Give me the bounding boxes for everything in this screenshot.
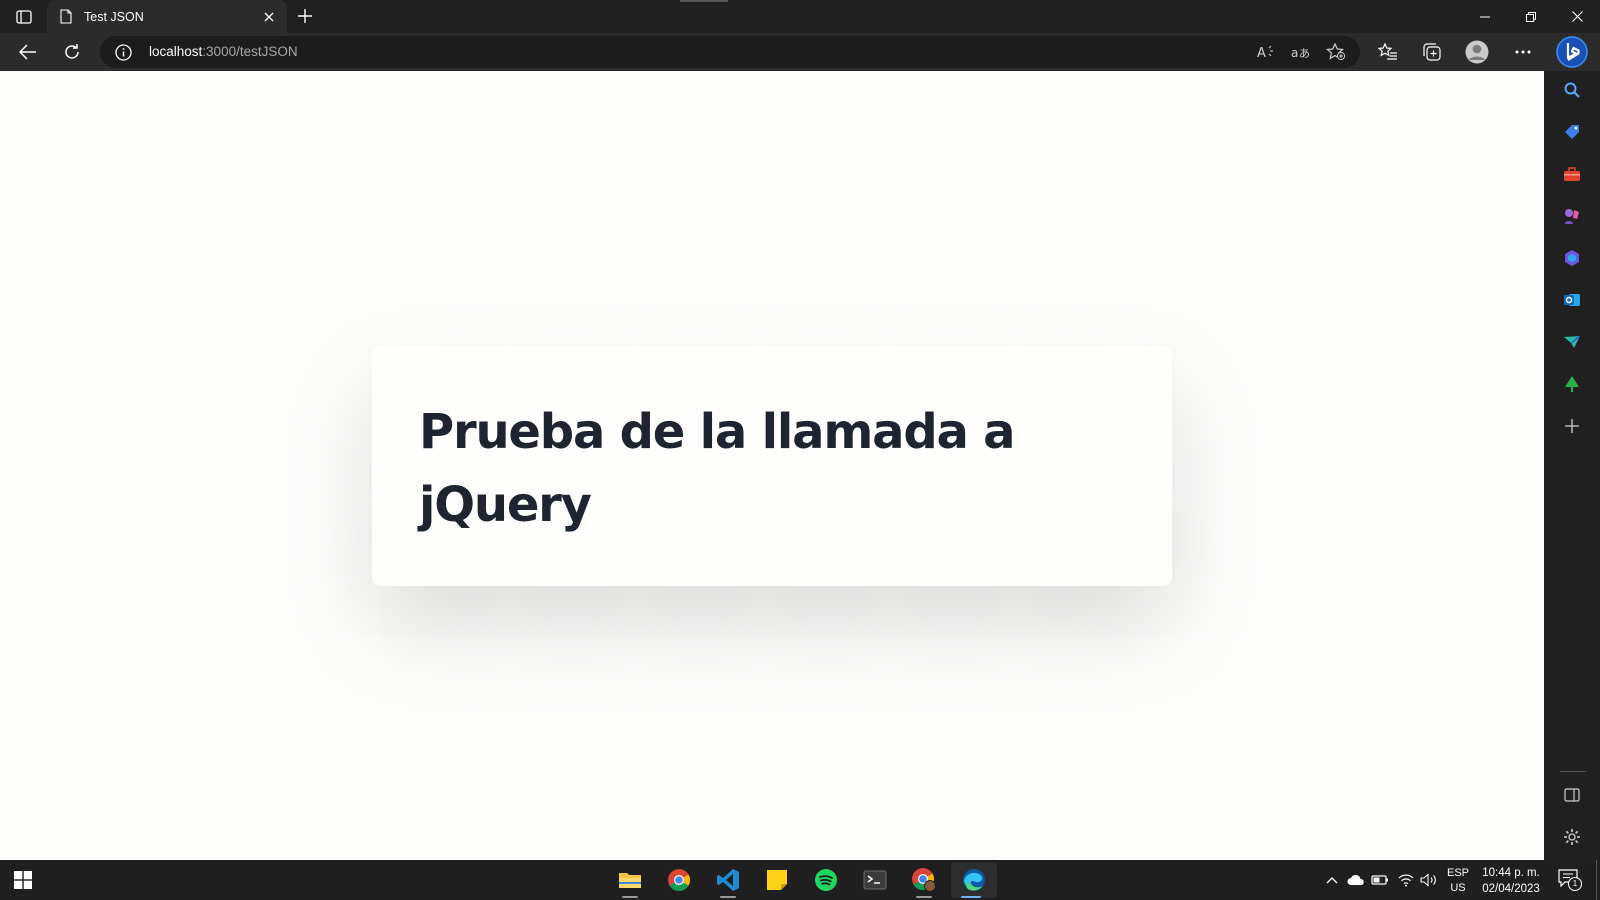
outlook-icon[interactable]	[1557, 285, 1587, 315]
restore-icon[interactable]	[1508, 0, 1554, 33]
windows-start-icon[interactable]	[14, 871, 32, 889]
page-heading: Prueba de la llamada a jQuery	[419, 404, 1016, 533]
running-indicator	[916, 896, 932, 898]
edge-icon[interactable]	[951, 862, 997, 898]
drop-icon[interactable]	[1557, 327, 1587, 357]
back-icon[interactable]	[13, 37, 43, 67]
page-icon	[60, 9, 74, 25]
notification-count: 1	[1568, 877, 1582, 891]
onedrive-icon[interactable]	[1347, 871, 1365, 889]
sticky-notes-icon[interactable]	[757, 862, 797, 898]
spotify-icon[interactable]	[806, 862, 846, 898]
chrome-profile-icon[interactable]	[904, 862, 944, 898]
clock-date: 02/04/2023	[1482, 883, 1540, 895]
add-favorite-icon[interactable]	[1325, 42, 1347, 62]
running-indicator	[622, 896, 638, 898]
system-clock[interactable]: 10:44 p. m. 02/04/2023	[1476, 865, 1546, 897]
chevron-up-icon[interactable]	[1323, 871, 1341, 889]
browser-tab[interactable]: Test JSON	[47, 0, 287, 33]
vscode-icon[interactable]	[708, 862, 748, 898]
minimize-icon[interactable]	[1462, 0, 1508, 33]
volume-icon[interactable]	[1420, 871, 1438, 889]
page-viewport: Prueba de la llamada a jQuery	[0, 71, 1544, 860]
tab-actions-icon[interactable]	[12, 6, 36, 28]
address-bar[interactable]: localhost:3000/testJSON A aあ	[100, 36, 1360, 68]
battery-icon[interactable]	[1371, 871, 1389, 889]
hide-sidebar-icon[interactable]	[1557, 780, 1587, 810]
search-icon[interactable]	[1557, 75, 1587, 105]
wifi-icon[interactable]	[1397, 871, 1415, 889]
svg-text:a: a	[1291, 46, 1298, 59]
browser-toolbar: localhost:3000/testJSON A aあ	[0, 33, 1600, 71]
language-code: ESP	[1447, 867, 1470, 879]
add-icon[interactable]	[1557, 411, 1587, 441]
microsoft-365-icon[interactable]	[1557, 243, 1587, 273]
clock-time: 10:44 p. m.	[1482, 867, 1540, 879]
tab-title: Test JSON	[84, 9, 144, 24]
translate-icon[interactable]: aあ	[1290, 42, 1312, 62]
url-text[interactable]: localhost:3000/testJSON	[149, 44, 298, 59]
terminal-icon[interactable]	[855, 862, 895, 898]
edge-sidebar	[1544, 71, 1600, 860]
new-tab-icon[interactable]	[294, 5, 316, 27]
input-language[interactable]: ESP US	[1447, 866, 1469, 896]
tree-icon[interactable]	[1557, 369, 1587, 399]
running-indicator	[720, 896, 736, 898]
notification-center-icon[interactable]: 1	[1558, 869, 1582, 891]
collections-icon[interactable]	[1417, 37, 1447, 67]
profile-avatar[interactable]	[1462, 37, 1492, 67]
chrome-icon[interactable]	[659, 862, 699, 898]
content-card: Prueba de la llamada a jQuery	[372, 346, 1172, 586]
url-path: :3000/testJSON	[202, 44, 298, 59]
window-grip	[680, 0, 728, 2]
favorites-icon[interactable]	[1373, 37, 1403, 67]
read-aloud-icon[interactable]: A	[1255, 42, 1277, 62]
close-window-icon[interactable]	[1554, 0, 1600, 33]
shopping-icon[interactable]	[1557, 117, 1587, 147]
keyboard-layout: US	[1450, 882, 1466, 894]
browser-titlebar: Test JSON	[0, 0, 1600, 33]
bing-chat-icon[interactable]	[1555, 35, 1589, 69]
tab-close-icon[interactable]	[259, 7, 279, 27]
show-desktop-button[interactable]	[1596, 860, 1597, 900]
svg-text:A: A	[1257, 46, 1266, 59]
refresh-icon[interactable]	[57, 37, 87, 67]
more-options-icon[interactable]	[1508, 37, 1538, 67]
svg-text:あ: あ	[1299, 47, 1310, 59]
running-indicator	[961, 896, 981, 898]
tools-icon[interactable]	[1557, 159, 1587, 189]
file-explorer-icon[interactable]	[610, 862, 650, 898]
settings-gear-icon[interactable]	[1557, 822, 1587, 852]
sidebar-divider	[1560, 771, 1586, 772]
url-host: localhost	[149, 44, 203, 59]
games-icon[interactable]	[1557, 201, 1587, 231]
windows-taskbar: ESP US 10:44 p. m. 02/04/2023 1	[0, 860, 1600, 900]
site-info-icon[interactable]	[114, 43, 132, 61]
